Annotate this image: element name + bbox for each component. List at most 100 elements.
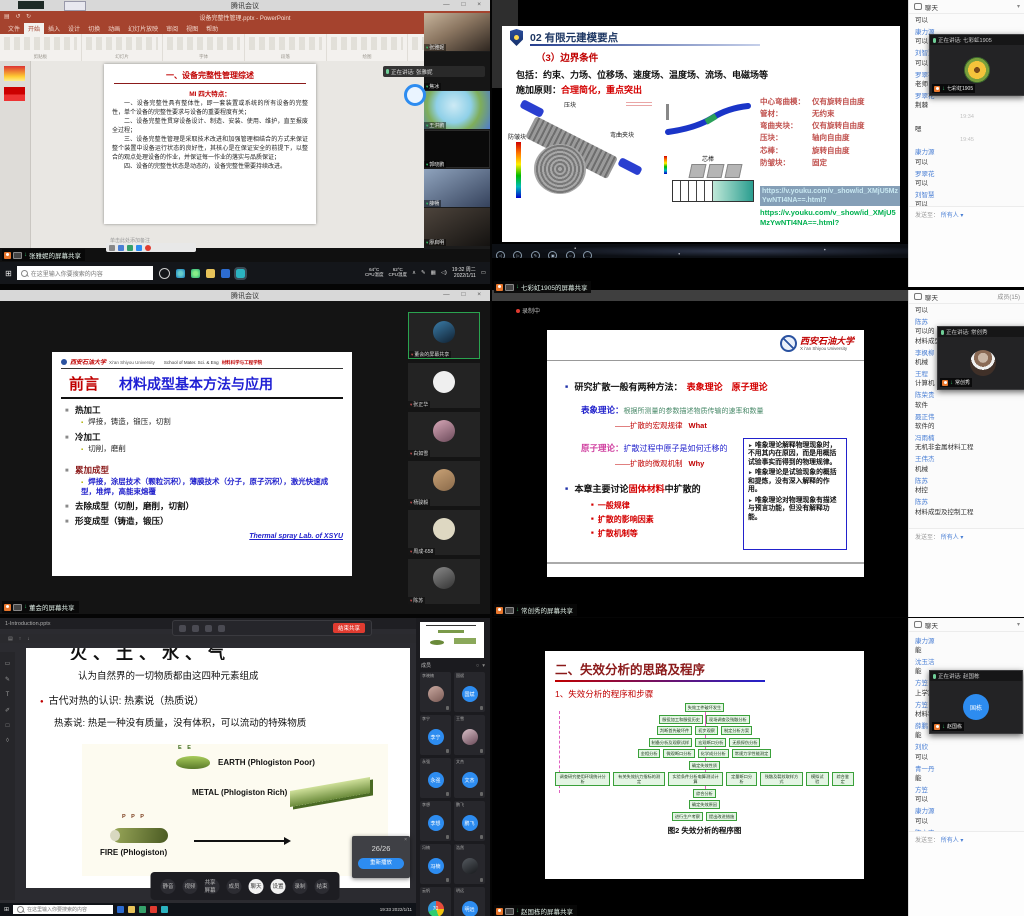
- menu-icon[interactable]: ▤: [8, 636, 13, 642]
- audio-icon[interactable]: [179, 625, 186, 632]
- member-tile[interactable]: 李想 李想: [420, 801, 451, 841]
- notification-icon[interactable]: ▭: [481, 270, 486, 276]
- participant-video-tile[interactable]: ▾ 陈苏: [408, 559, 480, 604]
- system-tray[interactable]: 64°CCPU温度 62°CCPU温度 ∧ ✎ ▦ ◁) 19:32 周二202…: [365, 267, 490, 279]
- ribbon-group-buttons[interactable]: [249, 37, 322, 50]
- window-controls[interactable]: — □ ×: [443, 1, 486, 8]
- meeting-control[interactable]: 静音: [161, 879, 176, 894]
- member-tile[interactable]: 明远 明远: [454, 887, 485, 916]
- members-icon[interactable]: [205, 625, 212, 632]
- members-tab[interactable]: 成员(15): [997, 292, 1020, 301]
- replay-button[interactable]: 重新播放: [358, 858, 404, 869]
- page-up-icon[interactable]: ↑: [19, 636, 22, 642]
- app-icon[interactable]: [139, 906, 146, 913]
- ribbon-group-buttons[interactable]: [86, 37, 159, 50]
- chat-header-menu[interactable]: ▾: [1017, 3, 1020, 10]
- ribbon-tab[interactable]: 设计: [64, 23, 84, 34]
- floating-app-icons[interactable]: [106, 243, 196, 252]
- ribbon-group-buttons[interactable]: [167, 37, 240, 50]
- next-icon[interactable]: ▷: [513, 251, 522, 258]
- control-icon[interactable]: 视频: [183, 879, 198, 894]
- app-icon[interactable]: [117, 906, 124, 913]
- meeting-control[interactable]: 共享屏幕: [205, 879, 220, 894]
- slide-thumbnail[interactable]: [4, 87, 25, 101]
- explorer-icon[interactable]: [128, 906, 135, 913]
- send-target-select[interactable]: 所有人 ▾: [941, 213, 964, 219]
- highlight-tool-icon[interactable]: ✐: [5, 707, 10, 714]
- control-icon[interactable]: 结束: [315, 879, 330, 894]
- taskbar-search[interactable]: 在这里输入你要搜索的内容: [17, 266, 153, 280]
- participant-video-tile[interactable]: ▾ 白如雪: [408, 412, 480, 457]
- close-icon[interactable]: ×: [404, 837, 407, 843]
- chat-input[interactable]: [915, 541, 1019, 599]
- participant-video-tile[interactable]: ▾ 张雅妮: [424, 13, 490, 51]
- slide-thumbnail-pane[interactable]: [0, 61, 31, 248]
- member-tile[interactable]: 文杰 文杰: [454, 758, 485, 798]
- ribbon-group[interactable]: 字体: [163, 34, 245, 61]
- explorer-icon[interactable]: [206, 269, 215, 278]
- member-tile[interactable]: 冯楠 冯楠: [420, 844, 451, 884]
- participant-video-tile[interactable]: ▾ 杨骏毅: [408, 461, 480, 506]
- ribbon-group[interactable]: 剪贴板: [0, 34, 82, 61]
- meeting-control[interactable]: 录制: [293, 879, 308, 894]
- document-tab[interactable]: 1-Introduction.pptx: [5, 621, 51, 627]
- ribbon-tab[interactable]: 审阅: [162, 23, 182, 34]
- more-icon[interactable]: …: [583, 251, 592, 258]
- control-icon[interactable]: 成员: [227, 879, 242, 894]
- chat-input[interactable]: [915, 844, 1019, 898]
- more-icon[interactable]: [218, 625, 225, 632]
- select-tool-icon[interactable]: ▭: [5, 660, 11, 667]
- speaker-overlay[interactable]: 正在讲话: 七彩虹1905 ↓ 七彩虹1905: [929, 34, 1024, 96]
- ribbon-tab[interactable]: 动画: [104, 23, 124, 34]
- meeting-control[interactable]: 视频: [183, 879, 198, 894]
- meeting-control[interactable]: 聊天: [249, 879, 264, 894]
- tray-chevron-icon[interactable]: ∧: [412, 270, 416, 276]
- participant-video-tile[interactable]: ▾ 张正华: [408, 363, 480, 408]
- share-thumbnail[interactable]: [420, 622, 484, 658]
- ribbon-group-buttons[interactable]: [4, 37, 77, 50]
- meeting-control[interactable]: 结束: [315, 879, 330, 894]
- member-tile[interactable]: 永强 永强: [420, 758, 451, 798]
- ribbon-tab[interactable]: 视图: [182, 23, 202, 34]
- highlighter-icon[interactable]: ▣: [548, 251, 557, 258]
- taskbar-clock[interactable]: 19:32 周二2022/1/11: [452, 267, 476, 279]
- start-button[interactable]: ⊞: [4, 906, 9, 913]
- taskbar-clock[interactable]: 19:33 2022/1/11: [380, 907, 416, 912]
- ribbon-group[interactable]: 段落: [245, 34, 327, 61]
- member-tile[interactable]: 鹏飞 鹏飞: [454, 801, 485, 841]
- ribbon-tab[interactable]: 幻灯片放映: [124, 23, 162, 34]
- app-icon[interactable]: [150, 906, 157, 913]
- speaker-overlay[interactable]: 正在讲话: 常创秀 ↓ 常创秀: [937, 326, 1024, 390]
- meeting-app-icon[interactable]: [161, 906, 168, 913]
- end-share-button[interactable]: 结束共享: [333, 623, 365, 633]
- text-tool-icon[interactable]: T: [6, 692, 10, 698]
- app-icon[interactable]: [136, 245, 142, 251]
- ribbon-tab[interactable]: 切换: [84, 23, 104, 34]
- send-target-select[interactable]: 所有人 ▾: [941, 838, 964, 844]
- prev-icon[interactable]: ◁: [496, 251, 505, 258]
- edge-icon[interactable]: [176, 269, 185, 278]
- send-target-select[interactable]: 所有人 ▾: [941, 535, 964, 541]
- participant-video-tile[interactable]: ▾ 郭晓鹏: [424, 130, 490, 168]
- member-tile[interactable]: 李晓楠: [420, 672, 451, 712]
- video-icon[interactable]: [192, 625, 199, 632]
- ribbon-tab[interactable]: 帮助: [202, 23, 222, 34]
- taskbar-search[interactable]: 在这里输入你要搜索的内容: [13, 905, 113, 914]
- app-icon[interactable]: [109, 245, 115, 251]
- participant-video-tile[interactable]: ▾ 周成-658: [408, 510, 480, 555]
- ribbon-tab[interactable]: 文件: [4, 23, 24, 34]
- meeting-control[interactable]: 设置: [271, 879, 286, 894]
- cortana-icon[interactable]: [159, 268, 170, 279]
- member-tile[interactable]: 云帆 70: [420, 887, 451, 916]
- shape-tool-icon[interactable]: □: [6, 723, 10, 729]
- control-icon[interactable]: 静音: [161, 879, 176, 894]
- ribbon-group[interactable]: 幻灯片: [82, 34, 164, 61]
- app-icon[interactable]: [221, 269, 230, 278]
- lab-link[interactable]: Thermal spray Lab. of XSYU: [61, 533, 343, 540]
- ribbon-tab[interactable]: 开始: [24, 23, 44, 34]
- volume-icon[interactable]: ◁): [441, 270, 447, 276]
- erase-tool-icon[interactable]: ◊: [6, 738, 9, 744]
- pen-icon[interactable]: ✎: [531, 251, 540, 258]
- control-icon[interactable]: 录制: [293, 879, 308, 894]
- control-icon[interactable]: 聊天: [249, 879, 264, 894]
